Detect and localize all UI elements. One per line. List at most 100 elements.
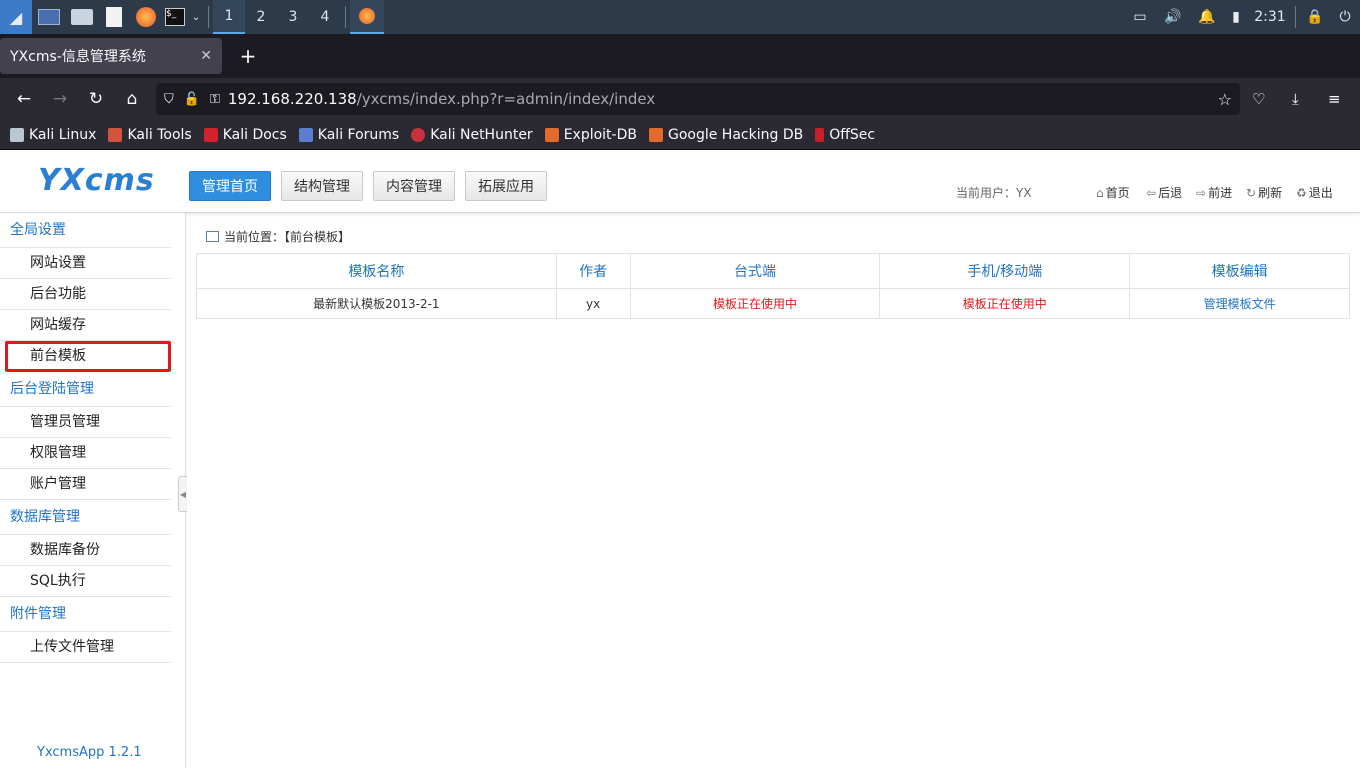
reload-icon[interactable]: ↻: [78, 89, 114, 109]
kali-icon: [10, 127, 24, 142]
url-bar[interactable]: ⛉ 🔓 ⚿ 192.168.220.138/yxcms/index.php?r=…: [156, 83, 1240, 115]
clock[interactable]: 2:31: [1249, 0, 1291, 34]
url-path: /yxcms/index.php?r=admin/index/index: [356, 90, 656, 108]
sidebar-item-permissions[interactable]: 权限管理: [0, 438, 171, 469]
workspace-3[interactable]: 3: [277, 0, 309, 34]
bookmark-exploit-db[interactable]: Exploit-DB: [544, 127, 637, 143]
link-home[interactable]: ⌂ 首页: [1096, 184, 1130, 201]
mobile-status-cell: 模板正在使用中: [879, 288, 1131, 319]
yxcms-logo: YXcms: [38, 163, 155, 198]
browser-tab-bar: YXcms-信息管理系统 ✕ + ✕: [0, 34, 1360, 98]
breadcrumb-text: 当前位置：【前台模板】: [224, 230, 351, 244]
key-icon[interactable]: ⚿: [210, 92, 220, 107]
recycle-icon: ♻: [1296, 185, 1307, 200]
sidebar-item-frontend-template[interactable]: 前台模板: [5, 341, 171, 372]
bookmark-kali-linux[interactable]: Kali Linux: [10, 127, 96, 143]
manage-template-files-link[interactable]: 管理模板文件: [1129, 288, 1350, 319]
sidebar-item-site-cache[interactable]: 网站缓存: [0, 310, 171, 341]
terminal-icon[interactable]: $_: [162, 0, 188, 34]
list-icon: [206, 231, 219, 242]
chevron-down-icon[interactable]: ⌄: [188, 0, 204, 34]
download-icon[interactable]: ⤓: [1292, 90, 1299, 108]
sidebar: 全局设置 网站设置 后台功能 网站缓存 前台模板 后台登陆管理 管理员管理 权限…: [0, 213, 186, 768]
nav-admin-home[interactable]: 管理首页: [189, 171, 271, 201]
sidebar-item-sql-exec[interactable]: SQL执行: [0, 566, 171, 597]
sidebar-group-attachments[interactable]: 附件管理: [0, 597, 171, 632]
link-logout[interactable]: ♻ 退出: [1296, 184, 1333, 201]
sidebar-group-database[interactable]: 数据库管理: [0, 500, 171, 535]
forward-icon[interactable]: →: [42, 89, 78, 109]
bookmark-star-icon[interactable]: ☆: [1218, 90, 1232, 109]
desktop-icon[interactable]: [32, 0, 66, 34]
nav-structure[interactable]: 结构管理: [281, 171, 363, 201]
home-icon: ⌂: [1096, 185, 1104, 200]
taskbar-separator: [1295, 6, 1296, 28]
sidebar-item-backend-features[interactable]: 后台功能: [0, 279, 171, 310]
power-icon[interactable]: ⏻: [1330, 0, 1360, 34]
insecure-lock-icon[interactable]: 🔓: [184, 92, 200, 107]
column-header: 模板编辑: [1129, 253, 1350, 289]
shield-icon[interactable]: ⛉: [164, 92, 174, 107]
sidebar-item-site-settings[interactable]: 网站设置: [0, 248, 171, 279]
new-tab-icon[interactable]: +: [236, 44, 260, 68]
web-page: YXcms 管理首页 结构管理 内容管理 拓展应用 当前用户：YX ⌂ 首页 ⇦ 后…: [0, 151, 1360, 768]
firefox-icon[interactable]: [130, 0, 162, 34]
pocket-icon[interactable]: ♡: [1252, 90, 1265, 108]
exploit-db-icon: [544, 127, 559, 142]
table-header-row: 模板名称 作者 台式端 手机/移动端 模板编辑: [196, 253, 1350, 289]
workspace-2[interactable]: 2: [245, 0, 277, 34]
sidebar-group-global[interactable]: 全局设置: [0, 213, 171, 248]
browser-nav-bar: ← → ↻ ⌂ ⛉ 🔓 ⚿ 192.168.220.138/yxcms/inde…: [0, 78, 1360, 120]
link-forward[interactable]: ⇨ 前进: [1196, 184, 1232, 201]
file-manager-icon[interactable]: [66, 0, 98, 34]
template-name-cell: 最新默认模板2013-2-1: [196, 288, 557, 319]
sidebar-item-upload-files[interactable]: 上传文件管理: [0, 632, 171, 663]
table-row: 最新默认模板2013-2-1 yx 模板正在使用中 模板正在使用中 管理模板文件: [196, 288, 1350, 319]
sidebar-group-login[interactable]: 后台登陆管理: [0, 372, 171, 407]
screen-icon[interactable]: ▭: [1125, 0, 1155, 34]
column-header: 作者: [555, 253, 631, 289]
cms-header: YXcms 管理首页 结构管理 内容管理 拓展应用 当前用户：YX ⌂ 首页 ⇦ 后…: [0, 151, 1360, 213]
app-version: YxcmsApp 1.2.1: [37, 745, 142, 760]
link-refresh[interactable]: ↻ 刷新: [1246, 184, 1282, 201]
workspace-1[interactable]: 1: [213, 0, 245, 34]
taskbar-separator: [208, 6, 209, 28]
bookmark-kali-tools[interactable]: Kali Tools: [108, 127, 192, 143]
battery-icon[interactable]: ▮: [1223, 0, 1249, 34]
column-header: 模板名称: [196, 253, 557, 289]
kali-menu-icon[interactable]: ◢: [0, 0, 32, 34]
sidebar-item-admin-management[interactable]: 管理员管理: [0, 407, 171, 438]
bookmark-kali-forums[interactable]: Kali Forums: [298, 127, 399, 143]
bookmark-kali-docs[interactable]: Kali Docs: [203, 127, 287, 143]
sidebar-item-db-backup[interactable]: 数据库备份: [0, 535, 171, 566]
breadcrumb: 当前位置：【前台模板】: [206, 228, 350, 245]
notification-bell-icon[interactable]: 🔔: [1191, 0, 1223, 34]
bookmark-offsec[interactable]: OffSec: [815, 127, 875, 143]
sidebar-collapse-handle[interactable]: ◀: [178, 476, 187, 512]
volume-icon[interactable]: 🔊: [1155, 0, 1191, 34]
sidebar-item-accounts[interactable]: 账户管理: [0, 469, 171, 500]
back-icon[interactable]: ←: [6, 89, 42, 109]
bookmark-kali-nethunter[interactable]: Kali NetHunter: [411, 127, 533, 143]
home-icon[interactable]: ⌂: [114, 89, 150, 109]
bookmarks-bar: Kali Linux Kali Tools Kali Docs Kali For…: [0, 120, 1360, 150]
offsec-icon: [815, 127, 825, 142]
text-editor-icon[interactable]: [98, 0, 130, 34]
nav-extensions[interactable]: 拓展应用: [465, 171, 547, 201]
workspace-4[interactable]: 4: [309, 0, 341, 34]
tab-title: YXcms-信息管理系统: [10, 49, 146, 65]
ghdb-icon: [648, 127, 663, 142]
url-host: 192.168.220.138: [227, 90, 357, 108]
browser-tab[interactable]: YXcms-信息管理系统 ✕: [0, 38, 222, 74]
lock-icon[interactable]: 🔒: [1300, 0, 1330, 34]
taskbar-separator: [345, 6, 346, 28]
nav-content[interactable]: 内容管理: [373, 171, 455, 201]
os-taskbar: ◢ $_ ⌄ 1 2 3 4 ▭ 🔊 🔔 ▮ 2:31 🔒 ⏻: [0, 0, 1360, 34]
bookmark-google-hacking-db[interactable]: Google Hacking DB: [648, 127, 803, 143]
column-header: 手机/移动端: [879, 253, 1131, 289]
menu-icon[interactable]: ≡: [1328, 90, 1341, 108]
link-back[interactable]: ⇦ 后退: [1146, 184, 1182, 201]
kali-docs-icon: [203, 127, 218, 142]
close-tab-icon[interactable]: ✕: [200, 48, 212, 64]
firefox-window-button[interactable]: [350, 0, 384, 34]
